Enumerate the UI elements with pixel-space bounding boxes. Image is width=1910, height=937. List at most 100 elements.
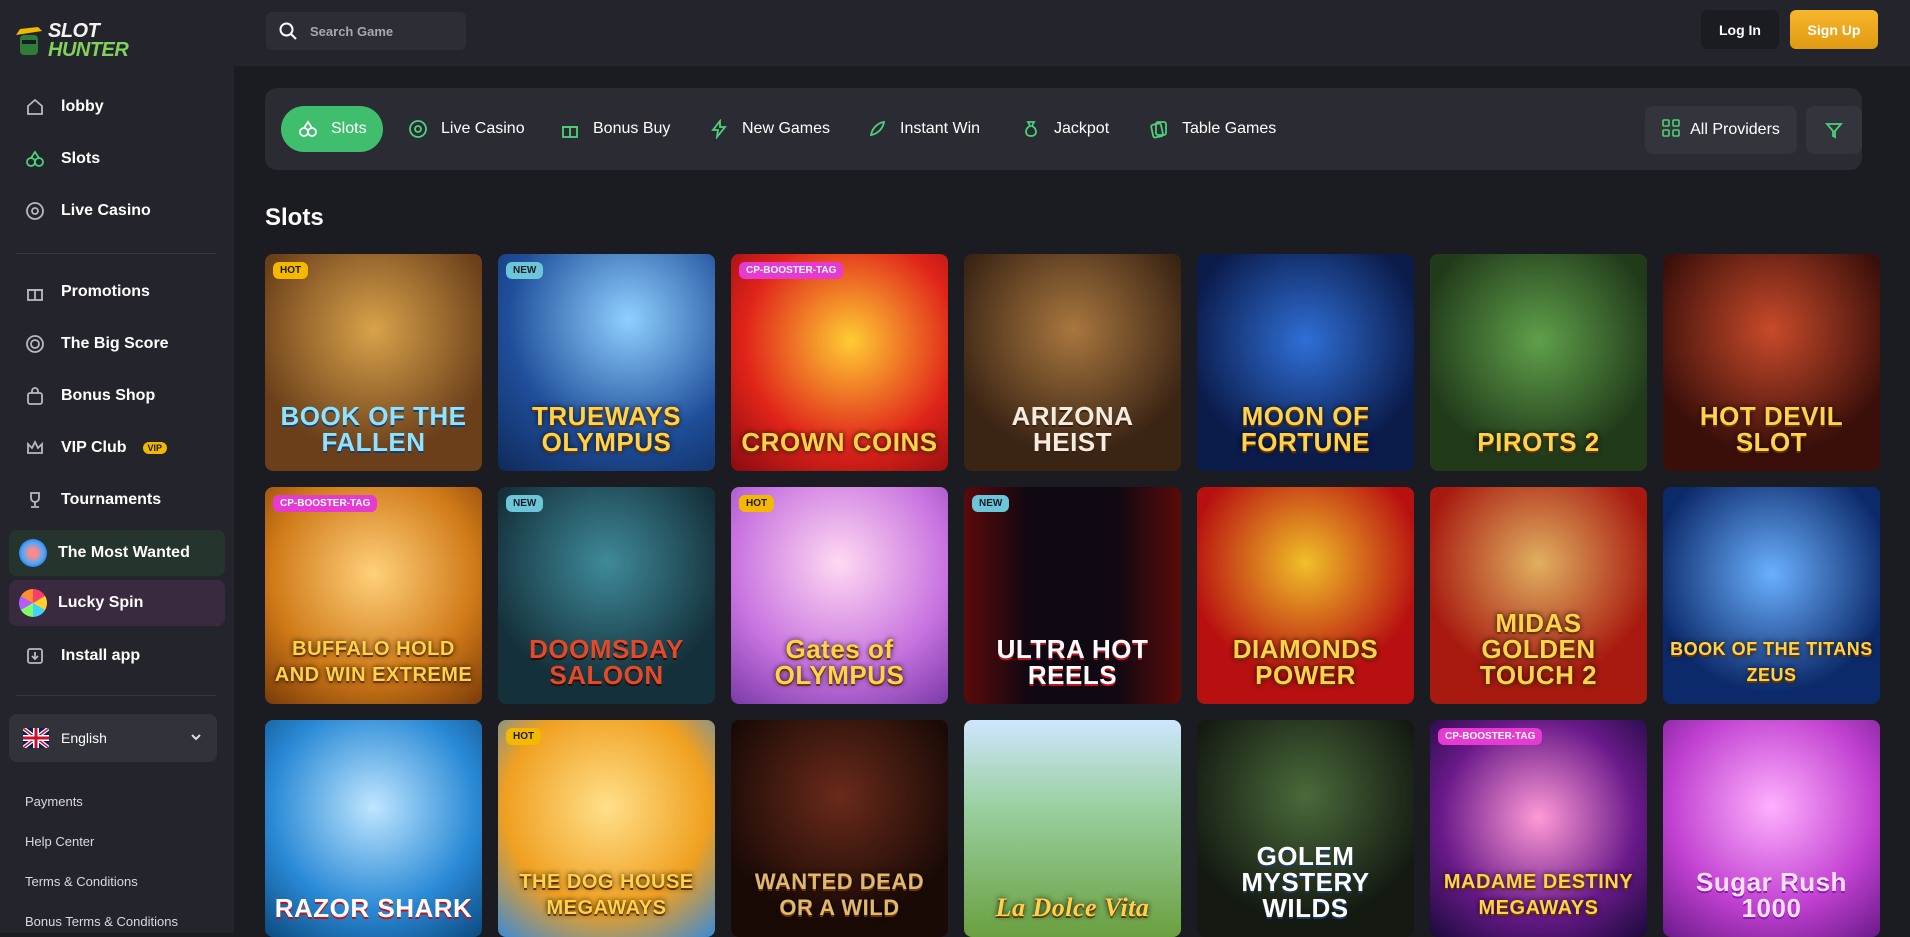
game-title: MIDAS GOLDEN TOUCH 2 — [1479, 608, 1598, 690]
game-tile-gates-of-olympus[interactable]: HOT Gates of OLYMPUS — [731, 487, 948, 704]
sidebar-item-label: lobby — [61, 98, 104, 115]
game-title: MADAME DESTINY MEGAWAYS — [1443, 871, 1634, 919]
install-app-label: Install app — [61, 647, 141, 664]
game-title: WANTED DEAD OR A WILD — [754, 869, 925, 920]
signup-button[interactable]: Sign Up — [1790, 10, 1878, 49]
game-tile-moon-of-fortune[interactable]: MOON OF FORTUNE — [1197, 254, 1414, 471]
language-select[interactable]: English — [9, 714, 217, 762]
most-wanted-button[interactable]: The Most Wanted — [9, 530, 225, 576]
game-title: BUFFALO HOLD AND WIN EXTREME — [274, 638, 473, 686]
footer-link-payments[interactable]: Payments — [25, 792, 178, 832]
sidebar-item-label: Bonus Shop — [61, 387, 156, 404]
grid-icon — [1662, 118, 1680, 142]
section-title: Slots — [265, 204, 324, 231]
tab-instant-win[interactable]: Instant Win — [850, 106, 996, 152]
sidebar-item-label: Slots — [61, 150, 101, 167]
trophy-icon — [22, 487, 48, 513]
game-tile-wanted-dead-or-a-wild[interactable]: WANTED DEAD OR A WILD — [731, 720, 948, 937]
sidebar-item-vip-club[interactable]: VIP Club VIP — [0, 422, 234, 474]
category-bar: Slots Live Casino Bonus Buy New Games In… — [265, 88, 1862, 170]
game-tile-buffalo[interactable]: CP-BOOSTER-TAG BUFFALO HOLD AND WIN EXTRE… — [265, 487, 482, 704]
game-tile-golem-mystery-wilds[interactable]: GOLEM MYSTERY WILDS — [1197, 720, 1414, 937]
game-tile-crown-coins[interactable]: CP-BOOSTER-TAG CROWN COINS — [731, 254, 948, 471]
game-title: Sugar Rush 1000 — [1696, 867, 1847, 923]
search-input[interactable]: Search Game — [266, 12, 466, 50]
slots-icon — [22, 146, 48, 172]
tab-live-casino[interactable]: Live Casino — [391, 106, 541, 152]
brand-logo[interactable]: SLOT HUNTER — [14, 12, 154, 70]
new-tag: NEW — [506, 262, 544, 279]
crown-icon — [22, 435, 48, 461]
chip-icon — [22, 198, 48, 224]
footer-link-help-center[interactable]: Help Center — [25, 832, 178, 872]
game-tile-madame-destiny-megaways[interactable]: CP-BOOSTER-TAG MADAME DESTINY MEGAWAYS — [1430, 720, 1647, 937]
hunter-hat-icon — [16, 27, 42, 55]
game-tile-diamonds-power[interactable]: DIAMONDS POWER — [1197, 487, 1414, 704]
target-icon — [22, 331, 48, 357]
sidebar-divider — [16, 695, 216, 696]
shopping-bag-icon — [22, 383, 48, 409]
footer-link-terms[interactable]: Terms & Conditions — [25, 872, 178, 912]
sidebar: SLOT HUNTER lobby Slots Live Casino Promo… — [0, 0, 234, 933]
cp-booster-tag: CP-BOOSTER-TAG — [1438, 728, 1543, 745]
lucky-spin-button[interactable]: Lucky Spin — [9, 580, 225, 626]
login-button[interactable]: Log In — [1701, 10, 1779, 49]
sidebar-specials: The Most Wanted Lucky Spin Install app — [0, 526, 234, 682]
sidebar-item-promotions[interactable]: Promotions — [0, 266, 234, 318]
tab-label: Bonus Buy — [593, 120, 671, 137]
game-title: HOT DEVIL SLOT — [1699, 401, 1844, 457]
sidebar-item-tournaments[interactable]: Tournaments — [0, 474, 234, 526]
tab-label: Jackpot — [1054, 120, 1110, 137]
sidebar-divider — [16, 253, 216, 254]
game-tile-sugar-rush-1000[interactable]: Sugar Rush 1000 — [1663, 720, 1880, 937]
game-title: TRUEWAYS OLYMPUS — [532, 401, 681, 457]
game-title: DOOMSDAY SALOON — [529, 634, 684, 690]
sidebar-item-lobby[interactable]: lobby — [0, 81, 234, 133]
sidebar-item-slots[interactable]: Slots — [0, 133, 234, 185]
game-title: CROWN COINS — [741, 427, 938, 457]
game-tile-arizona-heist[interactable]: ARIZONA HEIST — [964, 254, 1181, 471]
sidebar-item-big-score[interactable]: The Big Score — [0, 318, 234, 370]
cp-booster-tag: CP-BOOSTER-TAG — [273, 495, 378, 512]
tab-table-games[interactable]: Table Games — [1132, 106, 1292, 152]
chip-icon — [407, 118, 429, 140]
tab-bonus-buy[interactable]: Bonus Buy — [543, 106, 686, 152]
download-icon — [22, 643, 48, 669]
game-title: La Dolce Vita — [995, 893, 1150, 922]
game-tile-dog-house-megaways[interactable]: HOT THE DOG HOUSE MEGAWAYS — [498, 720, 715, 937]
filter-button[interactable] — [1806, 106, 1862, 154]
money-bag-icon — [1020, 118, 1042, 140]
game-tile-razor-shark[interactable]: RAZOR SHARK — [265, 720, 482, 937]
tab-slots[interactable]: Slots — [281, 106, 383, 152]
tab-label: Slots — [331, 120, 367, 137]
tab-jackpot[interactable]: Jackpot — [1004, 106, 1125, 152]
game-tile-hot-devil-slot[interactable]: HOT DEVIL SLOT — [1663, 254, 1880, 471]
game-title: ARIZONA HEIST — [1011, 401, 1134, 457]
rocket-icon — [866, 118, 888, 140]
slots-icon — [297, 118, 319, 140]
game-tile-la-dolce-vita[interactable]: La Dolce Vita — [964, 720, 1181, 937]
game-tile-ultra-hot-reels[interactable]: NEW ULTRA HOT REELS — [964, 487, 1181, 704]
game-tile-trueways-olympus[interactable]: NEW TRUEWAYS OLYMPUS — [498, 254, 715, 471]
game-title: Gates of OLYMPUS — [774, 634, 905, 690]
sidebar-item-live-casino[interactable]: Live Casino — [0, 185, 234, 237]
game-tile-book-of-the-fallen[interactable]: HOT BOOK OF THE FALLEN — [265, 254, 482, 471]
top-bar: Search Game Log In Sign Up — [234, 0, 1910, 66]
most-wanted-label: The Most Wanted — [58, 544, 190, 561]
game-tile-book-of-titans-zeus[interactable]: BOOK OF THE TITANS ZEUS — [1663, 487, 1880, 704]
footer-links: Payments Help Center Terms & Conditions … — [25, 792, 178, 933]
tab-new-games[interactable]: New Games — [692, 106, 846, 152]
sidebar-item-label: The Big Score — [61, 335, 169, 352]
sidebar-item-label: VIP Club — [61, 439, 127, 456]
all-providers-button[interactable]: All Providers — [1645, 106, 1797, 154]
footer-link-bonus-terms[interactable]: Bonus Terms & Conditions — [25, 912, 178, 933]
install-app-button[interactable]: Install app — [0, 630, 234, 682]
game-tile-pirots-2[interactable]: PIROTS 2 — [1430, 254, 1647, 471]
game-tile-doomsday-saloon[interactable]: NEW DOOMSDAY SALOON — [498, 487, 715, 704]
search-placeholder: Search Game — [310, 23, 394, 39]
game-tile-midas-golden-touch-2[interactable]: MIDAS GOLDEN TOUCH 2 — [1430, 487, 1647, 704]
hot-tag: HOT — [739, 495, 775, 512]
sidebar-item-bonus-shop[interactable]: Bonus Shop — [0, 370, 234, 422]
sidebar-item-label: Promotions — [61, 283, 150, 300]
lucky-spin-label: Lucky Spin — [58, 594, 144, 611]
